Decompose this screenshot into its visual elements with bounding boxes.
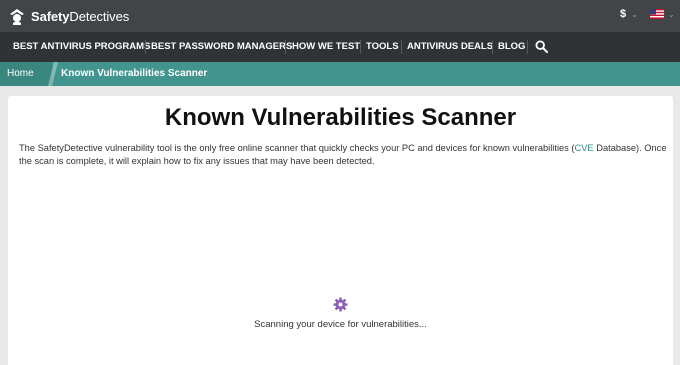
gear-icon <box>333 297 348 312</box>
logo-text: SafetyDetectives <box>31 8 130 24</box>
nav-antivirus-deals[interactable]: ANTIVIRUS DEALS <box>407 32 493 62</box>
cve-link[interactable]: CVE <box>575 143 594 153</box>
nav-divider <box>285 40 286 54</box>
nav-how-we-test[interactable]: HOW WE TEST <box>292 32 360 62</box>
main-nav: BEST ANTIVIRUS PROGRAMS BEST PASSWORD MA… <box>0 32 680 62</box>
nav-divider <box>492 40 493 54</box>
chevron-down-icon: ⌄ <box>668 9 675 19</box>
breadcrumb-current: Known Vulnerabilities Scanner <box>61 68 208 79</box>
top-bar: SafetyDetectives $ ⌄ ⌄ <box>0 0 680 32</box>
scan-status: Scanning your device for vulnerabilities… <box>254 319 427 330</box>
nav-divider <box>360 40 361 54</box>
breadcrumb-separator <box>48 62 58 86</box>
breadcrumb: Home Known Vulnerabilities Scanner <box>0 62 680 86</box>
nav-divider <box>401 40 402 54</box>
search-icon[interactable] <box>535 40 548 53</box>
scanner-card: Known Vulnerabilities Scanner The Safety… <box>8 96 673 365</box>
nav-tools[interactable]: TOOLS <box>366 32 399 62</box>
detective-logo-icon <box>10 9 24 25</box>
breadcrumb-home-label: Home <box>7 68 34 79</box>
nav-divider <box>527 40 528 54</box>
currency-selector[interactable]: $ ⌄ <box>620 8 638 20</box>
breadcrumb-home[interactable]: Home <box>0 62 52 86</box>
nav-divider <box>145 40 146 54</box>
page-title: Known Vulnerabilities Scanner <box>164 104 517 131</box>
nav-best-antivirus[interactable]: BEST ANTIVIRUS PROGRAMS <box>13 32 150 62</box>
nav-best-password-managers[interactable]: BEST PASSWORD MANAGERS <box>151 32 292 62</box>
site-logo[interactable]: SafetyDetectives <box>7 4 129 28</box>
currency-value: $ <box>620 8 627 20</box>
page-description: The SafetyDetective vulnerability tool i… <box>19 143 667 166</box>
chevron-down-icon: ⌄ <box>631 9 638 19</box>
nav-blog[interactable]: BLOG <box>498 32 525 62</box>
language-selector[interactable]: ⌄ <box>650 9 675 19</box>
us-flag-icon <box>650 9 664 19</box>
